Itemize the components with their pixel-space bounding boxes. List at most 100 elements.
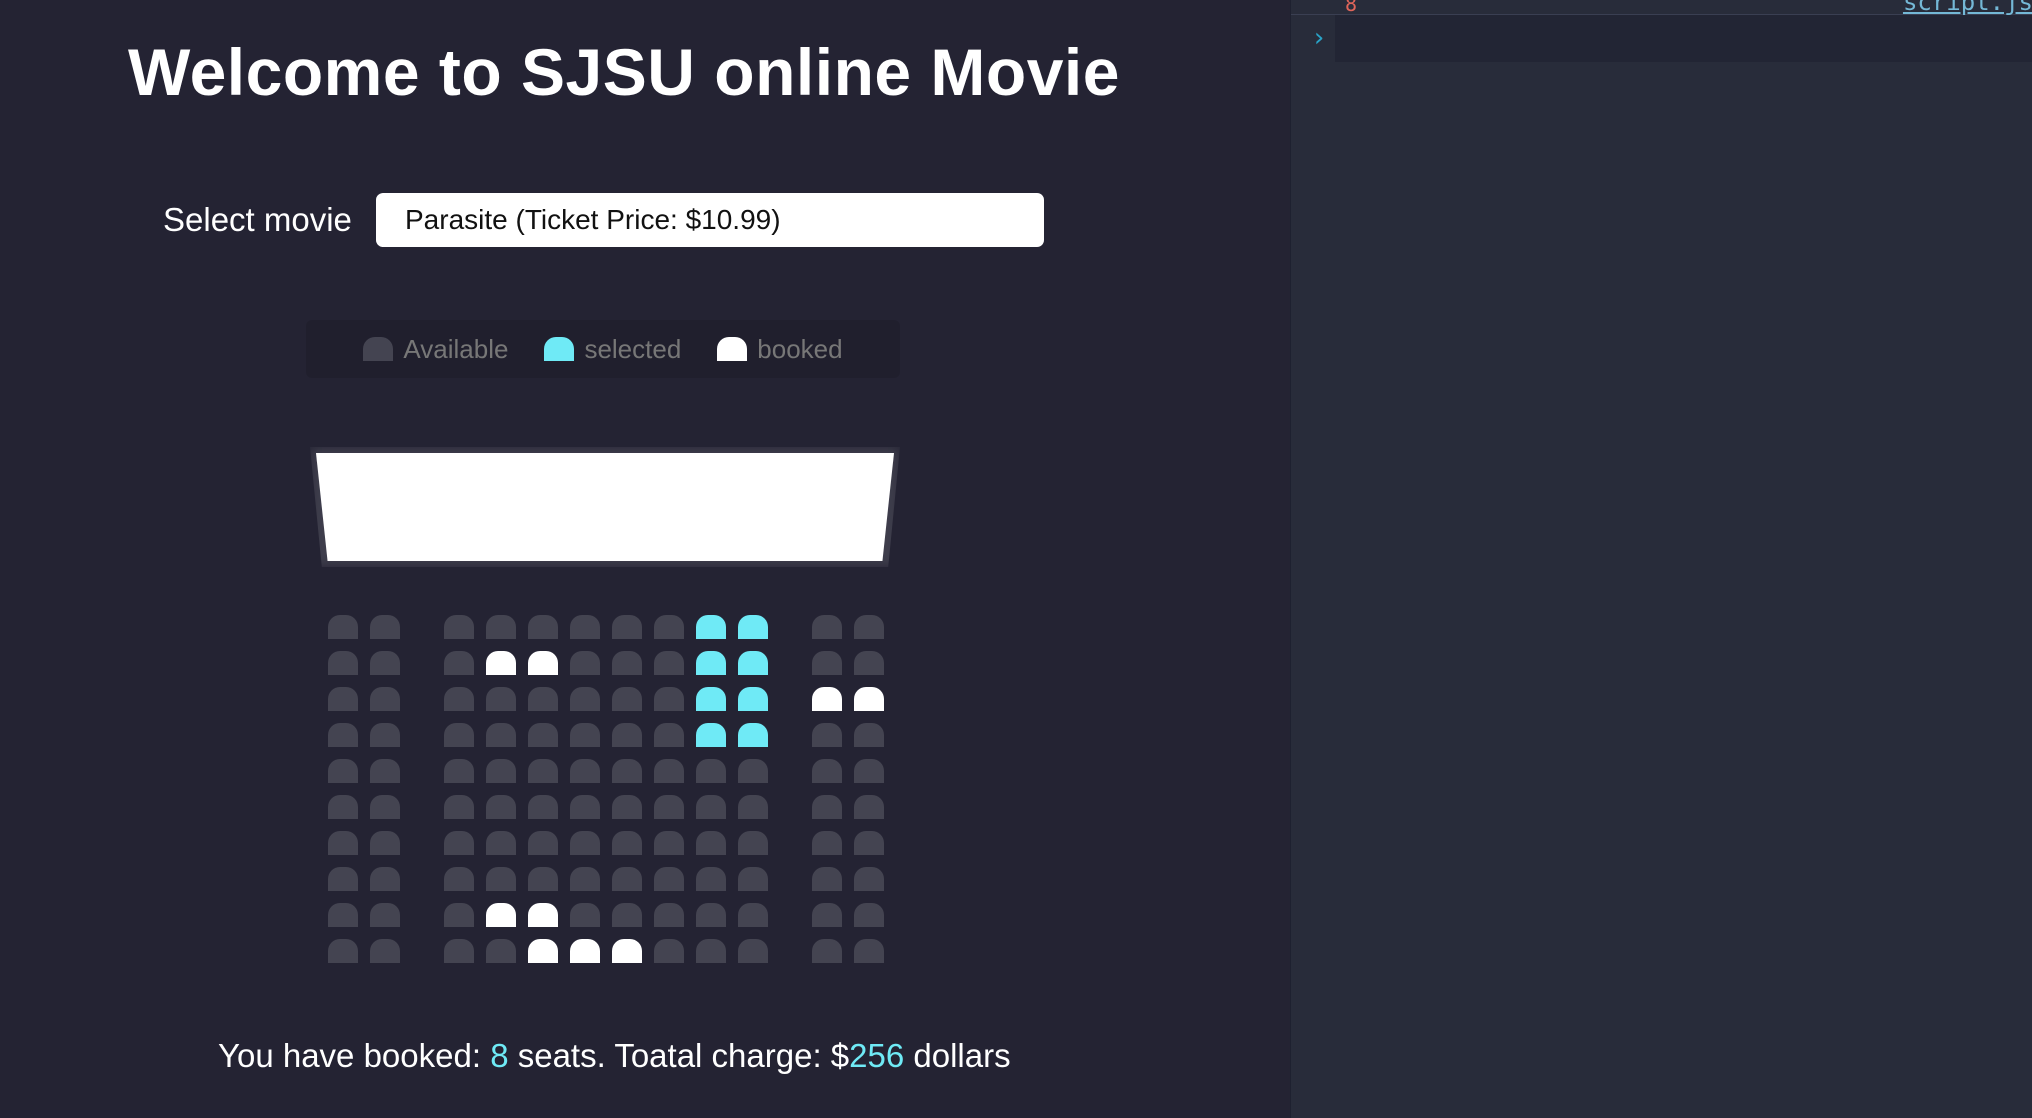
available-seat[interactable]	[812, 867, 842, 891]
available-seat[interactable]	[570, 723, 600, 747]
available-seat[interactable]	[328, 939, 358, 963]
available-seat[interactable]	[528, 867, 558, 891]
available-seat[interactable]	[696, 867, 726, 891]
available-seat[interactable]	[328, 867, 358, 891]
available-seat[interactable]	[570, 615, 600, 639]
available-seat[interactable]	[696, 903, 726, 927]
available-seat[interactable]	[328, 723, 358, 747]
available-seat[interactable]	[328, 903, 358, 927]
selected-seat[interactable]	[738, 723, 768, 747]
available-seat[interactable]	[370, 723, 400, 747]
available-seat[interactable]	[654, 795, 684, 819]
available-seat[interactable]	[570, 687, 600, 711]
available-seat[interactable]	[570, 867, 600, 891]
available-seat[interactable]	[654, 903, 684, 927]
available-seat[interactable]	[328, 615, 358, 639]
available-seat[interactable]	[854, 939, 884, 963]
available-seat[interactable]	[328, 687, 358, 711]
available-seat[interactable]	[612, 867, 642, 891]
available-seat[interactable]	[738, 759, 768, 783]
available-seat[interactable]	[444, 831, 474, 855]
available-seat[interactable]	[486, 723, 516, 747]
available-seat[interactable]	[812, 903, 842, 927]
available-seat[interactable]	[854, 831, 884, 855]
available-seat[interactable]	[486, 867, 516, 891]
available-seat[interactable]	[570, 759, 600, 783]
available-seat[interactable]	[444, 795, 474, 819]
available-seat[interactable]	[370, 939, 400, 963]
available-seat[interactable]	[444, 939, 474, 963]
available-seat[interactable]	[854, 795, 884, 819]
available-seat[interactable]	[370, 651, 400, 675]
available-seat[interactable]	[486, 759, 516, 783]
selected-seat[interactable]	[696, 615, 726, 639]
available-seat[interactable]	[528, 687, 558, 711]
available-seat[interactable]	[370, 867, 400, 891]
available-seat[interactable]	[654, 687, 684, 711]
available-seat[interactable]	[738, 867, 768, 891]
available-seat[interactable]	[444, 723, 474, 747]
available-seat[interactable]	[486, 795, 516, 819]
available-seat[interactable]	[444, 867, 474, 891]
available-seat[interactable]	[612, 651, 642, 675]
available-seat[interactable]	[654, 723, 684, 747]
console-input[interactable]	[1335, 15, 2032, 62]
available-seat[interactable]	[854, 723, 884, 747]
available-seat[interactable]	[812, 723, 842, 747]
available-seat[interactable]	[854, 903, 884, 927]
available-seat[interactable]	[654, 615, 684, 639]
available-seat[interactable]	[696, 831, 726, 855]
available-seat[interactable]	[570, 795, 600, 819]
available-seat[interactable]	[612, 795, 642, 819]
available-seat[interactable]	[812, 939, 842, 963]
available-seat[interactable]	[444, 615, 474, 639]
selected-seat[interactable]	[738, 687, 768, 711]
available-seat[interactable]	[570, 831, 600, 855]
selected-seat[interactable]	[696, 723, 726, 747]
available-seat[interactable]	[612, 831, 642, 855]
available-seat[interactable]	[486, 615, 516, 639]
available-seat[interactable]	[612, 615, 642, 639]
available-seat[interactable]	[444, 759, 474, 783]
available-seat[interactable]	[444, 903, 474, 927]
available-seat[interactable]	[696, 939, 726, 963]
available-seat[interactable]	[812, 795, 842, 819]
selected-seat[interactable]	[696, 651, 726, 675]
available-seat[interactable]	[738, 903, 768, 927]
available-seat[interactable]	[528, 615, 558, 639]
available-seat[interactable]	[328, 651, 358, 675]
available-seat[interactable]	[328, 759, 358, 783]
available-seat[interactable]	[854, 759, 884, 783]
available-seat[interactable]	[738, 939, 768, 963]
selected-seat[interactable]	[738, 615, 768, 639]
available-seat[interactable]	[570, 651, 600, 675]
selected-seat[interactable]	[738, 651, 768, 675]
available-seat[interactable]	[738, 831, 768, 855]
movie-select-dropdown[interactable]: Parasite (Ticket Price: $10.99)	[376, 193, 1044, 247]
console-source-link[interactable]: script.js	[1903, 0, 2032, 16]
available-seat[interactable]	[654, 939, 684, 963]
available-seat[interactable]	[612, 723, 642, 747]
available-seat[interactable]	[486, 831, 516, 855]
available-seat[interactable]	[612, 687, 642, 711]
available-seat[interactable]	[528, 795, 558, 819]
available-seat[interactable]	[654, 759, 684, 783]
available-seat[interactable]	[854, 867, 884, 891]
available-seat[interactable]	[370, 687, 400, 711]
available-seat[interactable]	[370, 759, 400, 783]
available-seat[interactable]	[696, 795, 726, 819]
available-seat[interactable]	[612, 759, 642, 783]
available-seat[interactable]	[612, 903, 642, 927]
available-seat[interactable]	[444, 651, 474, 675]
available-seat[interactable]	[370, 615, 400, 639]
available-seat[interactable]	[528, 759, 558, 783]
available-seat[interactable]	[528, 723, 558, 747]
available-seat[interactable]	[328, 795, 358, 819]
available-seat[interactable]	[654, 651, 684, 675]
available-seat[interactable]	[854, 615, 884, 639]
available-seat[interactable]	[528, 831, 558, 855]
available-seat[interactable]	[486, 687, 516, 711]
available-seat[interactable]	[486, 939, 516, 963]
available-seat[interactable]	[854, 651, 884, 675]
available-seat[interactable]	[812, 831, 842, 855]
